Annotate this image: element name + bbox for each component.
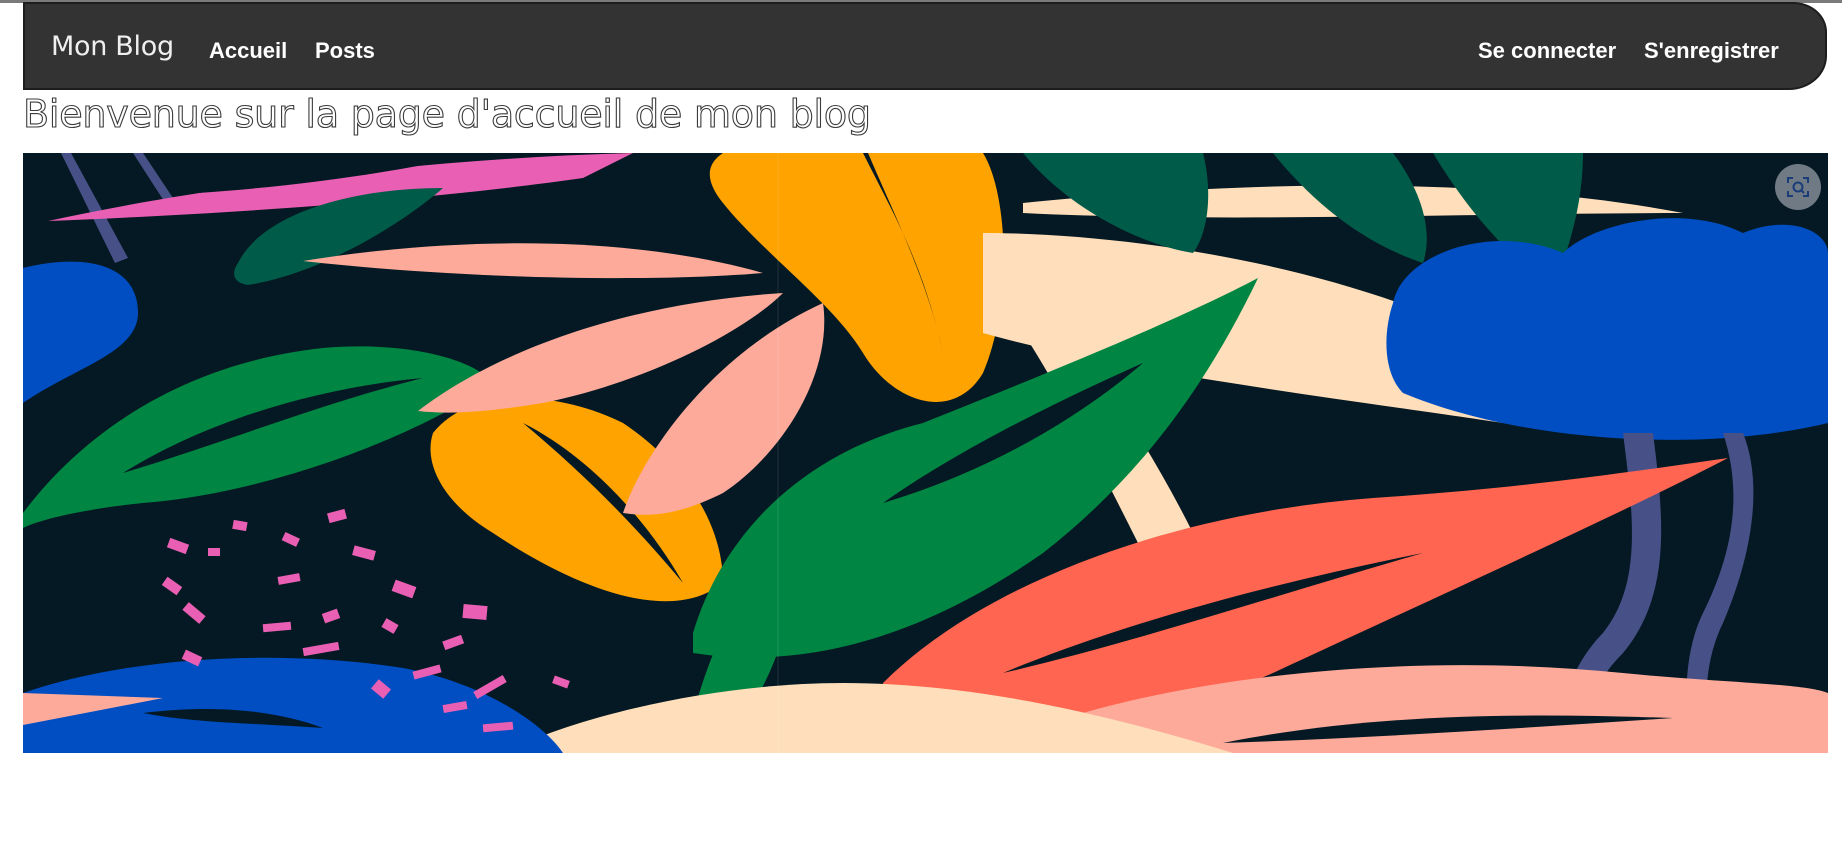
navbar: Mon Blog Accueil Posts Se connecter S'en… xyxy=(23,2,1827,90)
nav-link-register[interactable]: S'enregistrer xyxy=(1644,38,1779,64)
page-title: Bienvenue sur la page d'accueil de mon b… xyxy=(22,91,871,136)
abstract-leaf-illustration xyxy=(23,153,1828,753)
nav-link-posts[interactable]: Posts xyxy=(315,38,375,64)
visual-search-button[interactable] xyxy=(1775,164,1821,210)
nav-link-login[interactable]: Se connecter xyxy=(1478,38,1616,64)
nav-link-home[interactable]: Accueil xyxy=(209,38,287,64)
hero-banner-image xyxy=(23,153,1828,753)
brand-link[interactable]: Mon Blog xyxy=(51,31,174,62)
visual-search-icon xyxy=(1787,177,1809,197)
